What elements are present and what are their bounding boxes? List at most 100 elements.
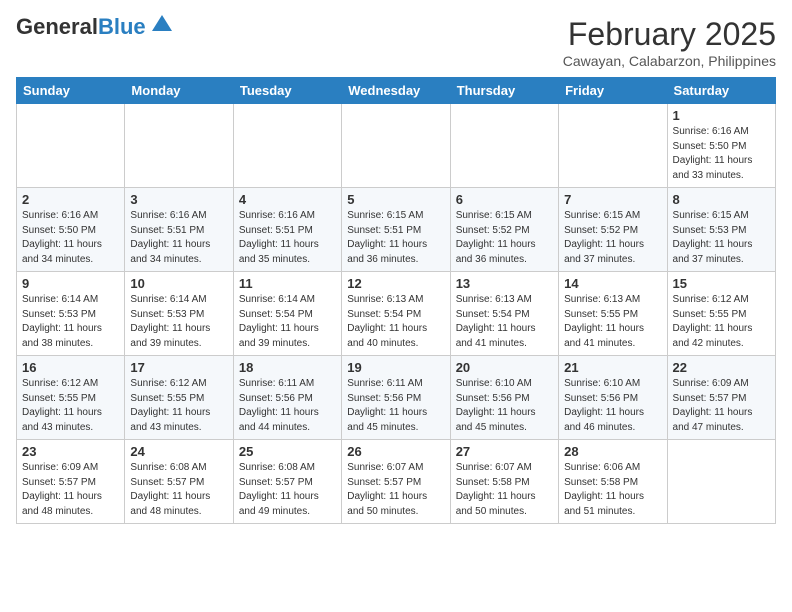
title-block: February 2025 Cawayan, Calabarzon, Phili… bbox=[563, 16, 776, 69]
calendar-cell: 2 Sunrise: 6:16 AM Sunset: 5:50 PM Daylig… bbox=[17, 188, 125, 272]
calendar-cell: 15 Sunrise: 6:12 AM Sunset: 5:55 PM Dayli… bbox=[667, 272, 775, 356]
calendar-cell bbox=[450, 104, 558, 188]
day-info: Sunrise: 6:15 AM Sunset: 5:51 PM Dayligh… bbox=[347, 209, 444, 267]
calendar-cell: 14 Sunrise: 6:13 AM Sunset: 5:55 PM Dayli… bbox=[559, 272, 667, 356]
calendar-cell: 7Sunrise: 6:15 AM Sunset: 5:52 PM Daylig… bbox=[559, 188, 667, 272]
day-info: Sunrise: 6:15 AM Sunset: 5:52 PM Dayligh… bbox=[564, 209, 661, 267]
calendar-week-row: 1 Sunrise: 6:16 AM Sunset: 5:50 PM Daylig… bbox=[17, 104, 776, 188]
day-info: Sunrise: 6:14 AM Sunset: 5:53 PM Dayligh… bbox=[22, 293, 119, 351]
day-info: Sunrise: 6:13 AM Sunset: 5:54 PM Dayligh… bbox=[347, 293, 444, 351]
day-number: 10 bbox=[130, 276, 227, 291]
calendar-cell: 5 Sunrise: 6:15 AM Sunset: 5:51 PM Daylig… bbox=[342, 188, 450, 272]
calendar-cell bbox=[125, 104, 233, 188]
calendar-day-header: Thursday bbox=[450, 78, 558, 104]
calendar-cell: 26 Sunrise: 6:07 AM Sunset: 5:57 PM Dayli… bbox=[342, 440, 450, 524]
day-info: Sunrise: 6:12 AM Sunset: 5:55 PM Dayligh… bbox=[673, 293, 770, 351]
calendar-cell bbox=[667, 440, 775, 524]
calendar-cell: 27 Sunrise: 6:07 AM Sunset: 5:58 PM Dayli… bbox=[450, 440, 558, 524]
day-number: 1 bbox=[673, 108, 770, 123]
calendar-week-row: 2 Sunrise: 6:16 AM Sunset: 5:50 PM Daylig… bbox=[17, 188, 776, 272]
calendar-cell: 8 Sunrise: 6:15 AM Sunset: 5:53 PM Daylig… bbox=[667, 188, 775, 272]
calendar-cell: 19 Sunrise: 6:11 AM Sunset: 5:56 PM Dayli… bbox=[342, 356, 450, 440]
day-info: Sunrise: 6:10 AM Sunset: 5:56 PM Dayligh… bbox=[564, 377, 661, 435]
logo-blue: Blue bbox=[98, 14, 146, 39]
calendar-week-row: 9 Sunrise: 6:14 AM Sunset: 5:53 PM Daylig… bbox=[17, 272, 776, 356]
day-info: Sunrise: 6:13 AM Sunset: 5:54 PM Dayligh… bbox=[456, 293, 553, 351]
day-info: Sunrise: 6:14 AM Sunset: 5:53 PM Dayligh… bbox=[130, 293, 227, 351]
calendar-cell bbox=[17, 104, 125, 188]
calendar-week-row: 23Sunrise: 6:09 AM Sunset: 5:57 PM Dayli… bbox=[17, 440, 776, 524]
location: Cawayan, Calabarzon, Philippines bbox=[563, 53, 776, 69]
calendar-cell: 16 Sunrise: 6:12 AM Sunset: 5:55 PM Dayli… bbox=[17, 356, 125, 440]
day-number: 17 bbox=[130, 360, 227, 375]
day-number: 13 bbox=[456, 276, 553, 291]
day-number: 8 bbox=[673, 192, 770, 207]
calendar-cell: 20 Sunrise: 6:10 AM Sunset: 5:56 PM Dayli… bbox=[450, 356, 558, 440]
logo-icon bbox=[148, 13, 176, 33]
day-number: 3 bbox=[130, 192, 227, 207]
calendar-cell bbox=[233, 104, 341, 188]
day-info: Sunrise: 6:16 AM Sunset: 5:50 PM Dayligh… bbox=[673, 125, 770, 183]
day-number: 12 bbox=[347, 276, 444, 291]
calendar-cell: 23Sunrise: 6:09 AM Sunset: 5:57 PM Dayli… bbox=[17, 440, 125, 524]
day-number: 15 bbox=[673, 276, 770, 291]
day-info: Sunrise: 6:08 AM Sunset: 5:57 PM Dayligh… bbox=[239, 461, 336, 519]
day-info: Sunrise: 6:11 AM Sunset: 5:56 PM Dayligh… bbox=[347, 377, 444, 435]
calendar-day-header: Friday bbox=[559, 78, 667, 104]
day-number: 5 bbox=[347, 192, 444, 207]
calendar-day-header: Tuesday bbox=[233, 78, 341, 104]
calendar-cell bbox=[559, 104, 667, 188]
calendar-cell bbox=[342, 104, 450, 188]
day-number: 18 bbox=[239, 360, 336, 375]
calendar-cell: 28 Sunrise: 6:06 AM Sunset: 5:58 PM Dayli… bbox=[559, 440, 667, 524]
day-number: 27 bbox=[456, 444, 553, 459]
calendar-cell: 22Sunrise: 6:09 AM Sunset: 5:57 PM Dayli… bbox=[667, 356, 775, 440]
day-info: Sunrise: 6:09 AM Sunset: 5:57 PM Dayligh… bbox=[22, 461, 119, 519]
calendar-cell: 3 Sunrise: 6:16 AM Sunset: 5:51 PM Daylig… bbox=[125, 188, 233, 272]
day-number: 6 bbox=[456, 192, 553, 207]
day-number: 26 bbox=[347, 444, 444, 459]
calendar-table: SundayMondayTuesdayWednesdayThursdayFrid… bbox=[16, 77, 776, 524]
calendar-cell: 25 Sunrise: 6:08 AM Sunset: 5:57 PM Dayli… bbox=[233, 440, 341, 524]
day-number: 25 bbox=[239, 444, 336, 459]
day-info: Sunrise: 6:07 AM Sunset: 5:58 PM Dayligh… bbox=[456, 461, 553, 519]
calendar-day-header: Saturday bbox=[667, 78, 775, 104]
logo-general: General bbox=[16, 14, 98, 39]
day-info: Sunrise: 6:12 AM Sunset: 5:55 PM Dayligh… bbox=[130, 377, 227, 435]
calendar-cell: 9 Sunrise: 6:14 AM Sunset: 5:53 PM Daylig… bbox=[17, 272, 125, 356]
day-info: Sunrise: 6:15 AM Sunset: 5:53 PM Dayligh… bbox=[673, 209, 770, 267]
day-info: Sunrise: 6:07 AM Sunset: 5:57 PM Dayligh… bbox=[347, 461, 444, 519]
day-info: Sunrise: 6:10 AM Sunset: 5:56 PM Dayligh… bbox=[456, 377, 553, 435]
month-year: February 2025 bbox=[563, 16, 776, 53]
calendar-day-header: Monday bbox=[125, 78, 233, 104]
day-info: Sunrise: 6:06 AM Sunset: 5:58 PM Dayligh… bbox=[564, 461, 661, 519]
day-number: 28 bbox=[564, 444, 661, 459]
calendar-cell: 10 Sunrise: 6:14 AM Sunset: 5:53 PM Dayli… bbox=[125, 272, 233, 356]
calendar-cell: 1 Sunrise: 6:16 AM Sunset: 5:50 PM Daylig… bbox=[667, 104, 775, 188]
calendar-cell: 21 Sunrise: 6:10 AM Sunset: 5:56 PM Dayli… bbox=[559, 356, 667, 440]
calendar-cell: 4Sunrise: 6:16 AM Sunset: 5:51 PM Daylig… bbox=[233, 188, 341, 272]
calendar-day-header: Wednesday bbox=[342, 78, 450, 104]
page-header: GeneralBlue February 2025 Cawayan, Calab… bbox=[16, 16, 776, 69]
calendar-week-row: 16 Sunrise: 6:12 AM Sunset: 5:55 PM Dayli… bbox=[17, 356, 776, 440]
day-info: Sunrise: 6:08 AM Sunset: 5:57 PM Dayligh… bbox=[130, 461, 227, 519]
day-number: 20 bbox=[456, 360, 553, 375]
day-number: 22 bbox=[673, 360, 770, 375]
day-number: 19 bbox=[347, 360, 444, 375]
calendar-cell: 12 Sunrise: 6:13 AM Sunset: 5:54 PM Dayli… bbox=[342, 272, 450, 356]
calendar-header-row: SundayMondayTuesdayWednesdayThursdayFrid… bbox=[17, 78, 776, 104]
day-info: Sunrise: 6:13 AM Sunset: 5:55 PM Dayligh… bbox=[564, 293, 661, 351]
day-number: 14 bbox=[564, 276, 661, 291]
day-number: 2 bbox=[22, 192, 119, 207]
day-info: Sunrise: 6:16 AM Sunset: 5:50 PM Dayligh… bbox=[22, 209, 119, 267]
calendar-cell: 17 Sunrise: 6:12 AM Sunset: 5:55 PM Dayli… bbox=[125, 356, 233, 440]
day-number: 16 bbox=[22, 360, 119, 375]
day-number: 24 bbox=[130, 444, 227, 459]
day-number: 11 bbox=[239, 276, 336, 291]
calendar-cell: 13 Sunrise: 6:13 AM Sunset: 5:54 PM Dayli… bbox=[450, 272, 558, 356]
day-info: Sunrise: 6:12 AM Sunset: 5:55 PM Dayligh… bbox=[22, 377, 119, 435]
day-info: Sunrise: 6:16 AM Sunset: 5:51 PM Dayligh… bbox=[130, 209, 227, 267]
day-info: Sunrise: 6:16 AM Sunset: 5:51 PM Dayligh… bbox=[239, 209, 336, 267]
day-number: 21 bbox=[564, 360, 661, 375]
day-number: 9 bbox=[22, 276, 119, 291]
